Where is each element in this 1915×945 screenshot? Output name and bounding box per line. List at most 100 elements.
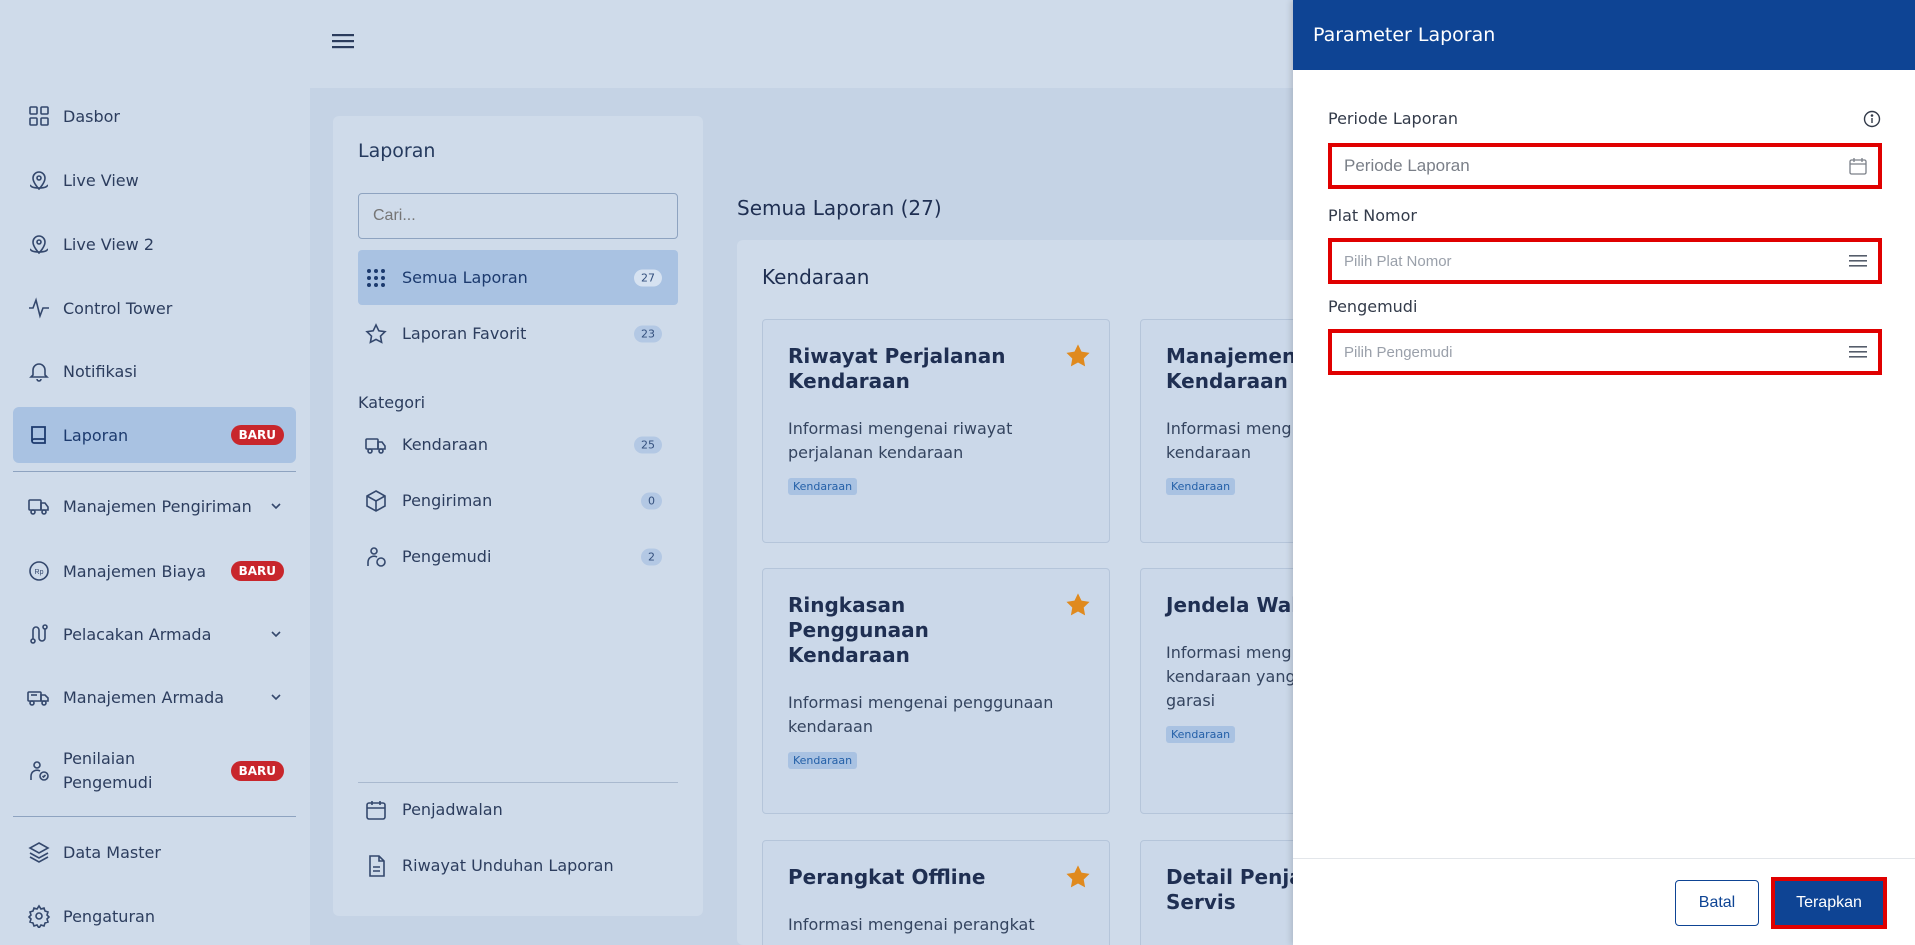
box-icon [366,489,386,512]
card-description: Informasi meng kendaraan [1166,419,1292,462]
nav-item-label: Riwayat Unduhan Laporan [402,856,614,875]
report-card[interactable]: Ringkasan Penggunaan Kendaraan Informasi… [762,568,1110,814]
sidebar-item-notifikasi[interactable]: Notifikasi [13,343,296,399]
sidebar-item-live-view[interactable]: Live View [13,152,296,208]
pengemudi-label: Pengemudi [1328,297,1418,316]
hamburger-menu-icon[interactable] [332,32,354,50]
star-outline-icon [365,322,387,344]
star-filled-icon[interactable] [1064,863,1092,891]
card-description: Informasi mengenai riwayat perjalanan ke… [788,419,1013,462]
panel-title: Laporan [358,140,436,162]
card-title: Riwayat Perjalanan Kendaraan [788,344,1006,393]
nav-item-riwayat-unduhan[interactable]: Riwayat Unduhan Laporan [358,838,678,893]
sidebar-item-label: Pengaturan [63,906,155,926]
apply-button[interactable]: Terapkan [1771,877,1887,929]
card-title: Ringkasan Penggunaan Kendaraan [788,593,929,667]
nav-item-laporan-favorit[interactable]: Laporan Favorit 23 [358,306,678,361]
sidebar-item-live-view-2[interactable]: Live View 2 [13,216,296,272]
sidebar-item-penilaian-pengemudi[interactable]: Penilaian Pengemudi BARU [13,736,296,806]
search-input[interactable] [358,193,678,239]
new-badge: BARU [230,761,284,781]
category-tag: Kendaraan [1166,726,1236,743]
category-section: Kendaraan Riwayat Perjalanan Kendaraan I… [737,240,1488,945]
cancel-button[interactable]: Batal [1675,880,1759,926]
nav-item-penjadwalan[interactable]: Penjadwalan [358,782,678,837]
nav-item-semua-laporan[interactable]: Semua Laporan 27 [358,250,678,305]
count-badge: 25 [634,436,662,453]
card-description: Informasi mengenai penggunaan kendaraan [788,693,1054,736]
sidebar-item-label: Manajemen Pengiriman [63,496,252,516]
bell-icon [29,363,49,382]
route-icon [30,624,48,644]
count-badge: 23 [634,325,662,342]
sidebar-divider [13,816,296,817]
periode-laporan-input[interactable]: Periode Laporan [1328,143,1882,189]
sidebar-divider [13,471,296,472]
count-badge: 27 [634,269,662,286]
footer-divider [1293,858,1915,859]
category-item-pengemudi[interactable]: Pengemudi 2 [358,529,678,584]
sidebar-item-data-master[interactable]: Data Master [13,824,296,880]
new-badge: BARU [230,561,284,581]
nav-item-label: Laporan Favorit [402,324,527,343]
periode-label: Periode Laporan [1328,109,1459,128]
menu-lines-icon [1849,346,1867,358]
sidebar-item-pengaturan[interactable]: Pengaturan [13,888,296,944]
card-description: Informasi mengenai perangkat [788,915,1035,934]
card-title: Detail Penja Servis [1166,865,1303,914]
sidebar-item-label: Control Tower [63,298,173,318]
category-tag: Kendaraan [788,478,858,495]
calendar-icon[interactable] [1848,156,1868,176]
sidebar-item-label: Data Master [63,842,161,862]
svg-text:Rp: Rp [35,569,44,576]
sidebar-item-laporan[interactable]: Laporan BARU [13,407,296,463]
category-title: Kendaraan [762,265,870,289]
star-filled-icon[interactable] [1064,342,1092,370]
calendar-icon [366,800,386,820]
plat-nomor-select[interactable]: Pilih Plat Nomor [1328,238,1882,284]
count-badge: 2 [641,548,662,565]
category-tag: Kendaraan [1166,478,1236,495]
pengemudi-placeholder: Pilih Pengemudi [1344,343,1453,361]
driver-icon [30,761,49,781]
report-card[interactable]: Perangkat Offline Informasi mengenai per… [762,840,1110,945]
nav-item-label: Penjadwalan [402,800,503,819]
grid-icon [29,106,49,126]
menu-lines-icon [1849,255,1867,267]
sidebar-item-manajemen-pengiriman[interactable]: Manajemen Pengiriman [13,478,296,534]
sidebar-item-label: Penilaian Pengemudi [63,749,153,792]
plat-nomor-placeholder: Pilih Plat Nomor [1344,252,1452,270]
pengemudi-select[interactable]: Pilih Pengemudi [1328,329,1882,375]
sidebar-item-label: Live View 2 [63,234,154,254]
category-label: Pengemudi [402,547,492,566]
sidebar-item-label: Pelacakan Armada [63,624,212,644]
driver-icon [367,546,386,567]
sidebar-item-label: Laporan [63,425,129,445]
laporan-panel: Laporan Semua Laporan 27 Laporan Favorit… [333,116,703,916]
sidebar-item-label: Live View [63,170,139,190]
top-bar [0,0,1293,88]
report-card[interactable]: Riwayat Perjalanan Kendaraan Informasi m… [762,319,1110,543]
category-item-pengiriman[interactable]: Pengiriman 0 [358,473,678,528]
plat-nomor-label: Plat Nomor [1328,206,1417,225]
sidebar-item-label: Notifikasi [63,361,138,381]
periode-placeholder: Periode Laporan [1344,156,1470,175]
sidebar-item-control-tower[interactable]: Control Tower [13,280,296,336]
chevron-down-icon [271,694,281,701]
sidebar-item-manajemen-biaya[interactable]: Rp Manajemen Biaya BARU [13,543,296,599]
kategori-label: Kategori [358,393,426,412]
rupiah-icon: Rp [29,561,49,581]
card-description: Informasi meng kendaraan yang garasi [1166,643,1296,710]
sidebar-item-pelacakan-armada[interactable]: Pelacakan Armada [13,606,296,662]
fleet-icon [27,691,49,706]
chevron-down-icon [271,503,281,510]
truck-icon [28,499,49,515]
category-tag: Kendaraan [788,752,858,769]
sidebar-item-dasbor[interactable]: Dasbor [13,88,296,144]
category-item-kendaraan[interactable]: Kendaraan 25 [358,417,678,472]
info-icon[interactable] [1863,110,1881,128]
sidebar-item-manajemen-armada[interactable]: Manajemen Armada [13,669,296,725]
star-filled-icon[interactable] [1064,591,1092,619]
sidebar-item-label: Manajemen Armada [63,687,225,707]
reports-title: Semua Laporan (27) [737,196,942,220]
